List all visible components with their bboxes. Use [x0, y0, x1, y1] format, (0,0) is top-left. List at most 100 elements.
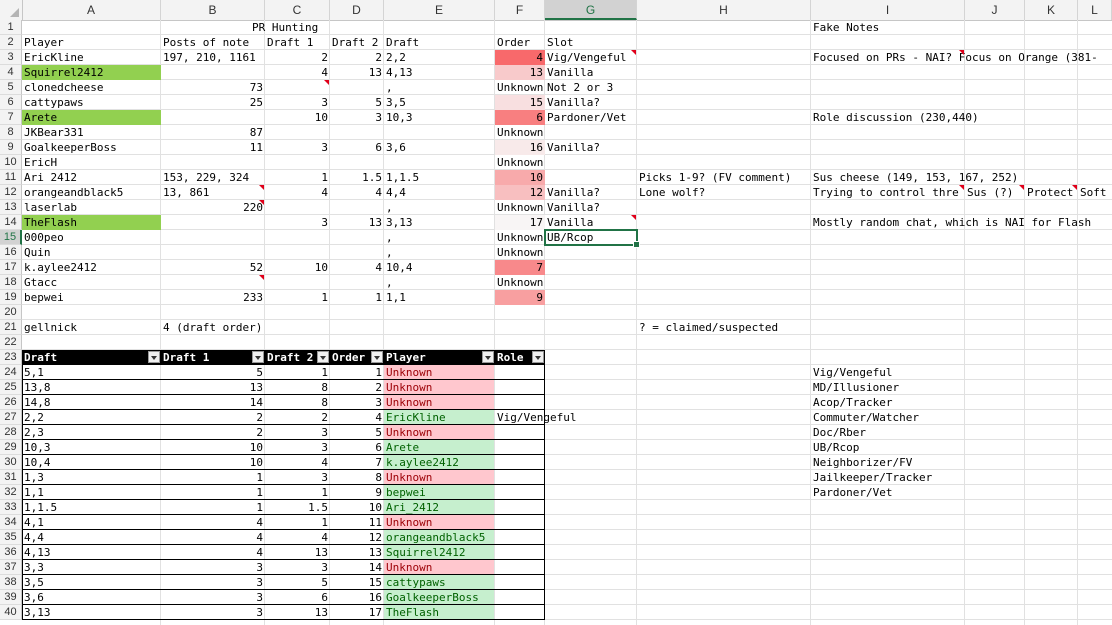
row-header-6[interactable]: 6 [0, 95, 22, 110]
table-order-cell[interactable]: 11 [330, 515, 384, 530]
draft1-cell[interactable]: 4 [265, 185, 330, 200]
role-list-item[interactable]: UB/Rcop [811, 440, 965, 455]
draft2-cell[interactable] [330, 125, 384, 140]
table-role-cell[interactable] [495, 395, 605, 410]
table-draft-cell[interactable]: 1,1.5 [22, 500, 161, 515]
draft2-cell[interactable]: 3 [330, 110, 384, 125]
row-header-17[interactable]: 17 [0, 260, 22, 275]
player-cell[interactable]: Arete [22, 110, 161, 125]
posts-cell[interactable]: 197, 210, 1161 [161, 50, 265, 65]
table-order-cell[interactable]: 7 [330, 455, 384, 470]
header-draft2[interactable]: Draft 2 [330, 35, 384, 50]
fake-notes-header[interactable]: Fake Notes [811, 20, 965, 35]
row-header-12[interactable]: 12 [0, 185, 22, 200]
row-header-11[interactable]: 11 [0, 170, 22, 185]
table-draft-cell[interactable]: 10,4 [22, 455, 161, 470]
draft2-cell[interactable]: 6 [330, 140, 384, 155]
note-cell-i[interactable] [811, 140, 1112, 155]
draft2-cell[interactable] [330, 230, 384, 245]
header-order[interactable]: Order [495, 35, 545, 50]
table-role-cell[interactable] [495, 560, 605, 575]
table-draft-cell[interactable]: 1,1 [22, 485, 161, 500]
note-cell-h[interactable]: Lone wolf? [637, 185, 811, 200]
table-draft1-cell[interactable]: 4 [161, 545, 265, 560]
row-header-24[interactable]: 24 [0, 365, 22, 380]
table-player-cell[interactable]: cattypaws [384, 575, 494, 590]
posts-cell[interactable]: 220 [161, 200, 265, 215]
note-cell-h[interactable] [637, 140, 811, 155]
table-draft2-cell[interactable]: 4 [265, 455, 330, 470]
slot-cell[interactable] [545, 245, 637, 260]
row-header-22[interactable]: 22 [0, 335, 22, 350]
table-draft-cell[interactable]: 3,3 [22, 560, 161, 575]
row-header-25[interactable]: 25 [0, 380, 22, 395]
row-header-7[interactable]: 7 [0, 110, 22, 125]
table-order-cell[interactable]: 3 [330, 395, 384, 410]
draft1-cell[interactable] [265, 125, 330, 140]
table-draft1-cell[interactable]: 10 [161, 440, 265, 455]
table-role-cell[interactable] [495, 500, 605, 515]
note-cell-k[interactable]: Protect [1025, 185, 1078, 200]
draft1-cell[interactable] [265, 80, 330, 95]
table-order-cell[interactable]: 16 [330, 590, 384, 605]
table-draft2-cell[interactable]: 3 [265, 440, 330, 455]
table-order-cell[interactable]: 9 [330, 485, 384, 500]
row-header-39[interactable]: 39 [0, 590, 22, 605]
player-cell[interactable]: bepwei [22, 290, 161, 305]
row-header-5[interactable]: 5 [0, 80, 22, 95]
order-cell[interactable]: 13 [495, 65, 545, 80]
slot-cell[interactable]: Vig/Vengeful [545, 50, 637, 65]
posts-cell[interactable]: 233 [161, 290, 265, 305]
draft2-cell[interactable]: 4 [330, 260, 384, 275]
table-draft1-cell[interactable]: 2 [161, 410, 265, 425]
column-header-j[interactable]: J [965, 0, 1025, 20]
row-header-37[interactable]: 37 [0, 560, 22, 575]
draft-cell[interactable]: 4,13 [384, 65, 495, 80]
table-role-cell[interactable] [495, 440, 605, 455]
order-cell[interactable]: Unknown [495, 275, 545, 290]
draft-cell[interactable]: 3,5 [384, 95, 495, 110]
column-header-k[interactable]: K [1025, 0, 1078, 20]
table-draft2-cell[interactable]: 3 [265, 470, 330, 485]
table-player-cell[interactable]: Unknown [384, 560, 494, 575]
note-cell-h[interactable] [637, 290, 811, 305]
table-player-cell[interactable]: Unknown [384, 470, 494, 485]
row-header-2[interactable]: 2 [0, 35, 22, 50]
slot-cell[interactable]: Not 2 or 3 [545, 80, 637, 95]
order-cell[interactable]: 16 [495, 140, 545, 155]
player-cell[interactable]: cattypaws [22, 95, 161, 110]
table-draft-cell[interactable]: 3,6 [22, 590, 161, 605]
note-cell-h[interactable] [637, 230, 811, 245]
row-header-1[interactable]: 1 [0, 20, 22, 35]
posts-cell[interactable] [161, 155, 265, 170]
slot-cell[interactable] [545, 275, 637, 290]
filter-dropdown-icon[interactable] [148, 351, 160, 363]
table-player-cell[interactable]: Ari_2412 [384, 500, 494, 515]
table-player-cell[interactable]: EricKline [384, 410, 494, 425]
row-header-26[interactable]: 26 [0, 395, 22, 410]
table-order-cell[interactable]: 6 [330, 440, 384, 455]
slot-cell[interactable] [545, 170, 637, 185]
table-draft2-cell[interactable]: 1 [265, 365, 330, 380]
player-cell[interactable]: JKBear331 [22, 125, 161, 140]
row-header-9[interactable]: 9 [0, 140, 22, 155]
note-cell-i[interactable] [811, 200, 1112, 215]
header-draft1[interactable]: Draft 1 [265, 35, 330, 50]
note-cell-i[interactable] [811, 275, 1112, 290]
posts-cell[interactable]: 25 [161, 95, 265, 110]
table-role-cell[interactable] [495, 590, 605, 605]
note-cell-h[interactable] [637, 110, 811, 125]
player-cell[interactable]: EricKline [22, 50, 161, 65]
table-role-cell[interactable] [495, 515, 605, 530]
table-draft2-cell[interactable]: 8 [265, 395, 330, 410]
table-order-cell[interactable]: 14 [330, 560, 384, 575]
posts-cell[interactable]: 4 (draft order) [161, 320, 291, 335]
row-header-27[interactable]: 27 [0, 410, 22, 425]
table-draft2-cell[interactable]: 13 [265, 545, 330, 560]
draft2-cell[interactable] [330, 155, 384, 170]
player-cell[interactable]: Ari 2412 [22, 170, 161, 185]
filter-dropdown-icon[interactable] [482, 351, 494, 363]
draft-cell[interactable]: 1,1 [384, 290, 495, 305]
table-draft2-cell[interactable]: 1 [265, 485, 330, 500]
table-draft2-cell[interactable]: 4 [265, 530, 330, 545]
